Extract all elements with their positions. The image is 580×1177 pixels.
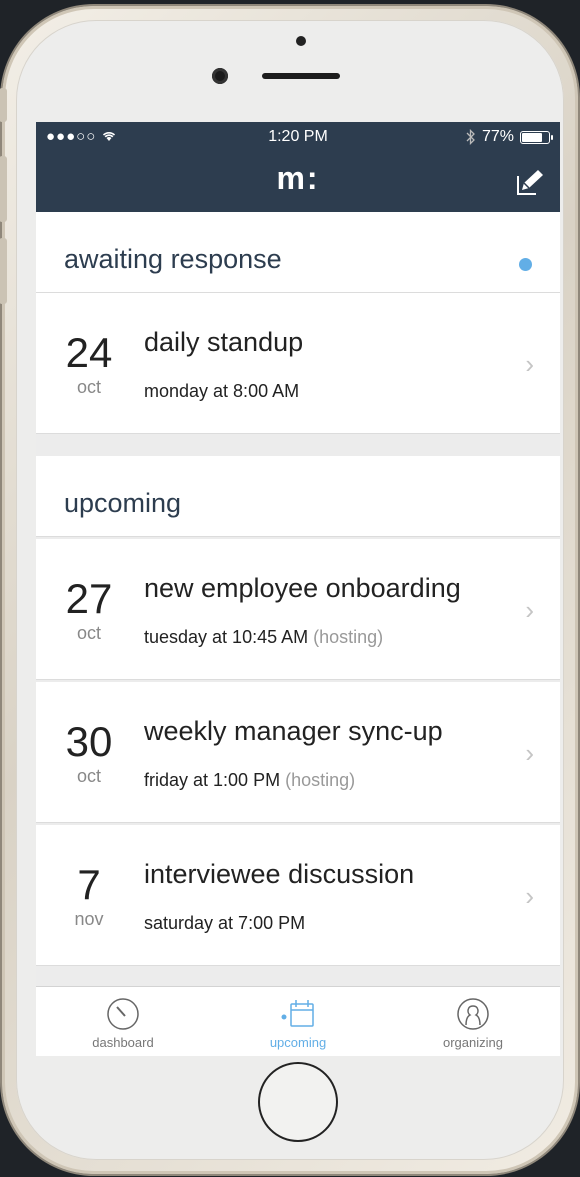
event-day: 27 (65, 575, 113, 622)
chevron-right-icon: › (525, 349, 534, 379)
hosting-label: (hosting) (313, 627, 384, 647)
front-camera (212, 68, 228, 84)
earpiece-speaker (262, 73, 340, 79)
awaiting-section-header: awaiting response (36, 212, 560, 293)
event-time: friday at 1:00 PM (hosting) (144, 770, 355, 791)
tab-label: organizing (443, 1035, 503, 1050)
event-row-interviewee[interactable]: 7 nov interviewee discussion saturday at… (36, 825, 560, 966)
awaiting-title: awaiting response (64, 244, 282, 274)
event-month: oct (76, 377, 101, 397)
upcoming-title: upcoming (64, 488, 182, 518)
event-month: oct (76, 766, 101, 786)
status-bar: ●●●○○ 1:20 PM 77% (36, 122, 560, 152)
chevron-right-icon: › (525, 738, 534, 768)
calendar-icon (281, 1000, 314, 1027)
volume-up-button (0, 156, 7, 222)
mute-switch (0, 88, 7, 122)
nav-bar: m: (36, 152, 560, 212)
event-time: saturday at 7:00 PM (144, 913, 305, 934)
event-month: oct (76, 623, 101, 643)
event-row-onboarding[interactable]: 27 oct new employee onboarding tuesday a… (36, 539, 560, 680)
battery-fill (522, 132, 542, 142)
app-logo: m: (276, 160, 320, 196)
bluetooth-icon (466, 129, 475, 145)
volume-down-button (0, 238, 7, 304)
event-time: monday at 8:00 AM (144, 381, 299, 402)
chevron-right-icon: › (525, 595, 534, 625)
proximity-sensor (296, 36, 306, 46)
chevron-right-icon: › (525, 881, 534, 911)
person-icon (457, 998, 489, 1030)
event-title: interviewee discussion (144, 859, 415, 889)
event-title: daily standup (144, 327, 304, 357)
app-screen: ●●●○○ 1:20 PM 77% m: awaiting response 2… (36, 122, 560, 1056)
event-row-sync-up[interactable]: 30 oct weekly manager sync-up friday at … (36, 682, 560, 823)
event-month: nov (74, 909, 104, 929)
tab-upcoming[interactable]: upcoming (211, 987, 385, 1056)
event-when-text: friday at 1:00 PM (144, 770, 281, 790)
hosting-label: (hosting) (285, 770, 356, 790)
tab-label: dashboard (92, 1035, 154, 1050)
tab-dashboard[interactable]: dashboard (36, 987, 210, 1056)
compose-icon[interactable] (514, 166, 546, 198)
event-when-text: tuesday at 10:45 AM (144, 627, 309, 647)
battery-icon (520, 130, 553, 144)
event-title: new employee onboarding (144, 573, 461, 603)
unread-dot (519, 258, 532, 271)
event-row-standup[interactable]: 24 oct daily standup monday at 8:00 AM › (36, 293, 560, 434)
status-right: 77% (466, 128, 553, 146)
dashboard-icon (107, 998, 139, 1030)
event-title: weekly manager sync-up (144, 716, 443, 746)
event-when-text: saturday at 7:00 PM (144, 913, 306, 933)
event-day: 30 (65, 718, 113, 765)
battery-percent: 77% (481, 128, 514, 145)
tab-label: upcoming (269, 1035, 327, 1050)
tab-bar: dashboard upcoming organizing (36, 986, 560, 1056)
home-button[interactable] (258, 1062, 338, 1142)
event-day: 24 (65, 329, 113, 376)
event-when-text: monday at 8:00 AM (144, 381, 300, 401)
upcoming-section-header: upcoming (36, 456, 560, 537)
event-time: tuesday at 10:45 AM (hosting) (144, 627, 383, 648)
tab-organizing[interactable]: organizing (386, 987, 560, 1056)
event-day: 7 (77, 861, 101, 908)
